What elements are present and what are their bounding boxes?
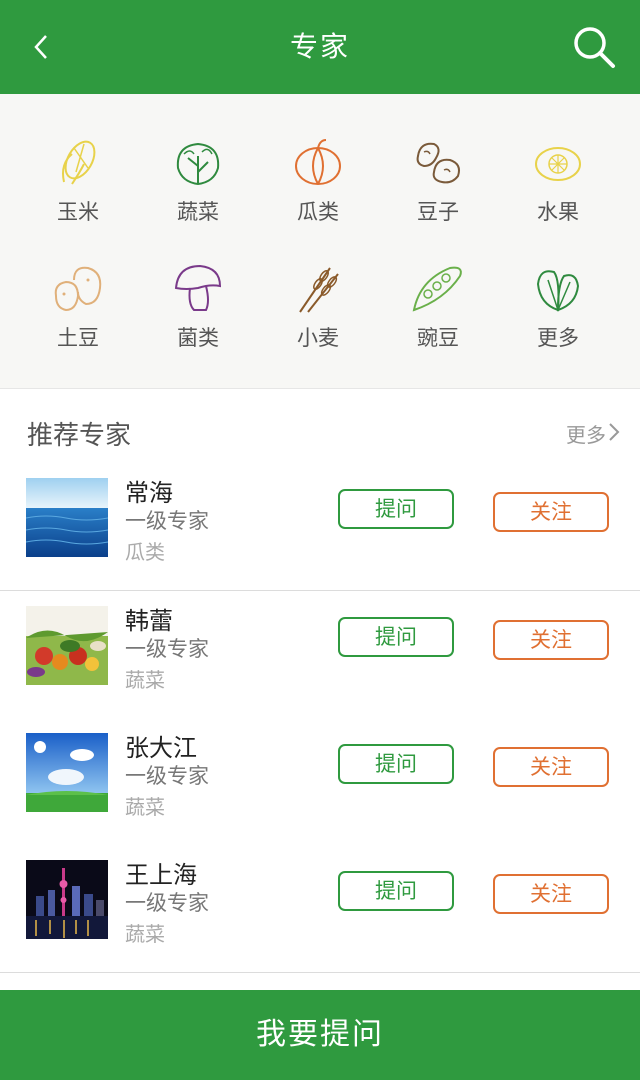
- expert-level: 一级专家: [125, 764, 209, 788]
- category-wheat[interactable]: 小麦: [258, 260, 378, 370]
- follow-button[interactable]: 关注: [493, 620, 609, 660]
- category-label: 蔬菜: [177, 200, 219, 224]
- beans-icon: [416, 142, 460, 184]
- category-fruit[interactable]: 水果: [498, 134, 618, 244]
- ask-button[interactable]: 提问: [338, 871, 454, 911]
- follow-button[interactable]: 关注: [493, 874, 609, 914]
- corn-icon: [62, 140, 96, 185]
- follow-button[interactable]: 关注: [493, 747, 609, 787]
- category-peas[interactable]: 豌豆: [378, 260, 498, 370]
- expert-crop: 蔬菜: [125, 922, 165, 946]
- expert-row[interactable]: 王上海 一级专家 蔬菜 提问 关注: [0, 845, 640, 973]
- category-more[interactable]: 更多: [498, 260, 618, 370]
- pea-pod-icon: [412, 266, 462, 312]
- ask-question-button[interactable]: 我要提问: [0, 990, 640, 1080]
- app-header: 专家: [0, 0, 640, 94]
- category-label: 菌类: [177, 326, 219, 350]
- expert-name: 常海: [125, 479, 173, 507]
- expert-level: 一级专家: [125, 509, 209, 533]
- category-grid: 玉米 蔬菜 瓜类 豆子 水果 土豆 菌类 小麦 豌豆 更多: [0, 94, 640, 389]
- category-vegetables[interactable]: 蔬菜: [138, 134, 258, 244]
- lettuce-icon: [176, 142, 220, 186]
- category-potato[interactable]: 土豆: [18, 260, 138, 370]
- ocean-photo: [26, 478, 108, 557]
- expert-name: 王上海: [125, 861, 197, 889]
- ask-button[interactable]: 提问: [338, 489, 454, 529]
- category-label: 土豆: [57, 326, 99, 350]
- wheat-icon: [299, 267, 339, 313]
- category-beans[interactable]: 豆子: [378, 134, 498, 244]
- expert-level: 一级专家: [125, 637, 209, 661]
- potato-icon: [54, 266, 102, 312]
- meadow-photo: [26, 733, 108, 812]
- category-label: 小麦: [297, 326, 339, 350]
- pumpkin-icon: [295, 139, 341, 185]
- category-fungi[interactable]: 菌类: [138, 260, 258, 370]
- category-label: 豆子: [417, 200, 459, 224]
- expert-row[interactable]: 常海 一级专家 瓜类 提问 关注: [0, 463, 640, 591]
- expert-crop: 瓜类: [125, 540, 165, 564]
- category-label: 豌豆: [417, 326, 459, 350]
- expert-name: 张大江: [125, 734, 197, 762]
- category-label: 水果: [537, 200, 579, 224]
- expert-level: 一级专家: [125, 891, 209, 915]
- chevron-right-icon[interactable]: [606, 421, 622, 443]
- expert-crop: 蔬菜: [125, 668, 165, 692]
- ask-button[interactable]: 提问: [338, 617, 454, 657]
- city-night-photo: [26, 860, 108, 939]
- page-title: 专家: [289, 30, 350, 63]
- category-label: 瓜类: [297, 200, 339, 224]
- vegetables-photo: [26, 606, 108, 685]
- follow-button[interactable]: 关注: [493, 492, 609, 532]
- expert-name: 韩蕾: [125, 607, 173, 635]
- category-melons[interactable]: 瓜类: [258, 134, 378, 244]
- section-title: 推荐专家: [27, 421, 132, 451]
- more-link[interactable]: 更多: [566, 419, 606, 448]
- expert-crop: 蔬菜: [125, 795, 165, 819]
- category-label: 更多: [537, 326, 579, 350]
- category-label: 玉米: [57, 200, 99, 224]
- lemon-icon: [535, 147, 581, 181]
- search-icon[interactable]: [570, 24, 618, 70]
- mushroom-icon: [174, 264, 222, 311]
- expert-row[interactable]: 张大江 一级专家 蔬菜 提问 关注: [0, 718, 640, 846]
- spinach-icon: [536, 270, 580, 312]
- expert-row[interactable]: 韩蕾 一级专家 蔬菜 提问 关注: [0, 591, 640, 719]
- ask-button[interactable]: 提问: [338, 744, 454, 784]
- category-corn[interactable]: 玉米: [18, 134, 138, 244]
